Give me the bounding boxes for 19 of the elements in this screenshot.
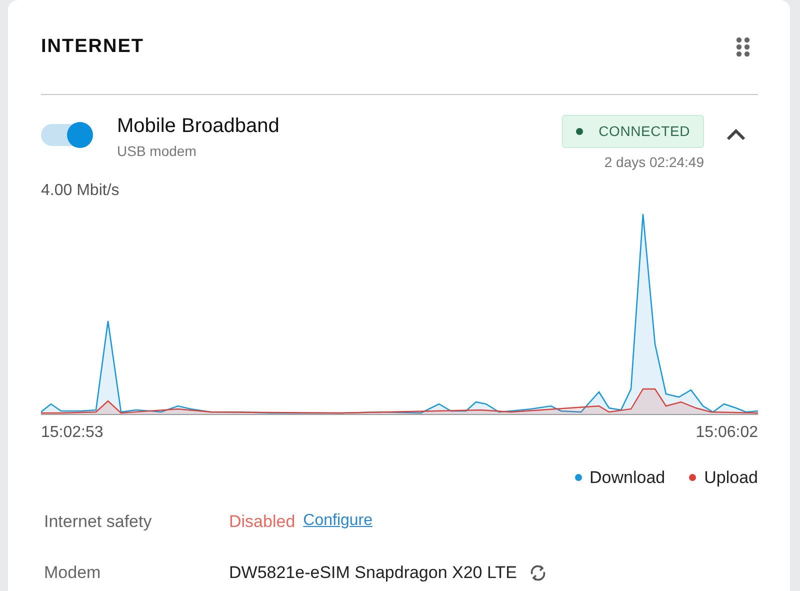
panel-title: INTERNET: [41, 34, 144, 59]
drag-handle-icon[interactable]: [736, 37, 750, 57]
status-value: Disabled: [229, 510, 296, 532]
end-time-label: 15:06:02: [696, 423, 758, 443]
toggle-switch[interactable]: [41, 124, 93, 146]
legend-label: Upload: [704, 467, 758, 489]
collapse-chevron-icon[interactable]: [726, 129, 746, 141]
start-time-label: 15:02:53: [41, 423, 104, 443]
status-badge: CONNECTED: [562, 115, 704, 148]
detail-value: DW5821e-eSIM Snapdragon X20 LTE: [229, 562, 517, 584]
graph-max-label: 4.00 Mbit/s: [41, 181, 120, 201]
legend-label: Download: [590, 467, 666, 489]
connection-name: Mobile Broadband: [117, 115, 280, 137]
configure-link[interactable]: Configure: [303, 509, 373, 534]
connection-type: USB modem: [117, 142, 198, 161]
uptime-text: 2 days 02:24:49: [604, 153, 704, 172]
detail-label: Internet safety: [44, 510, 153, 532]
refresh-icon[interactable]: [528, 564, 547, 582]
detail-label: Modem: [44, 562, 102, 584]
